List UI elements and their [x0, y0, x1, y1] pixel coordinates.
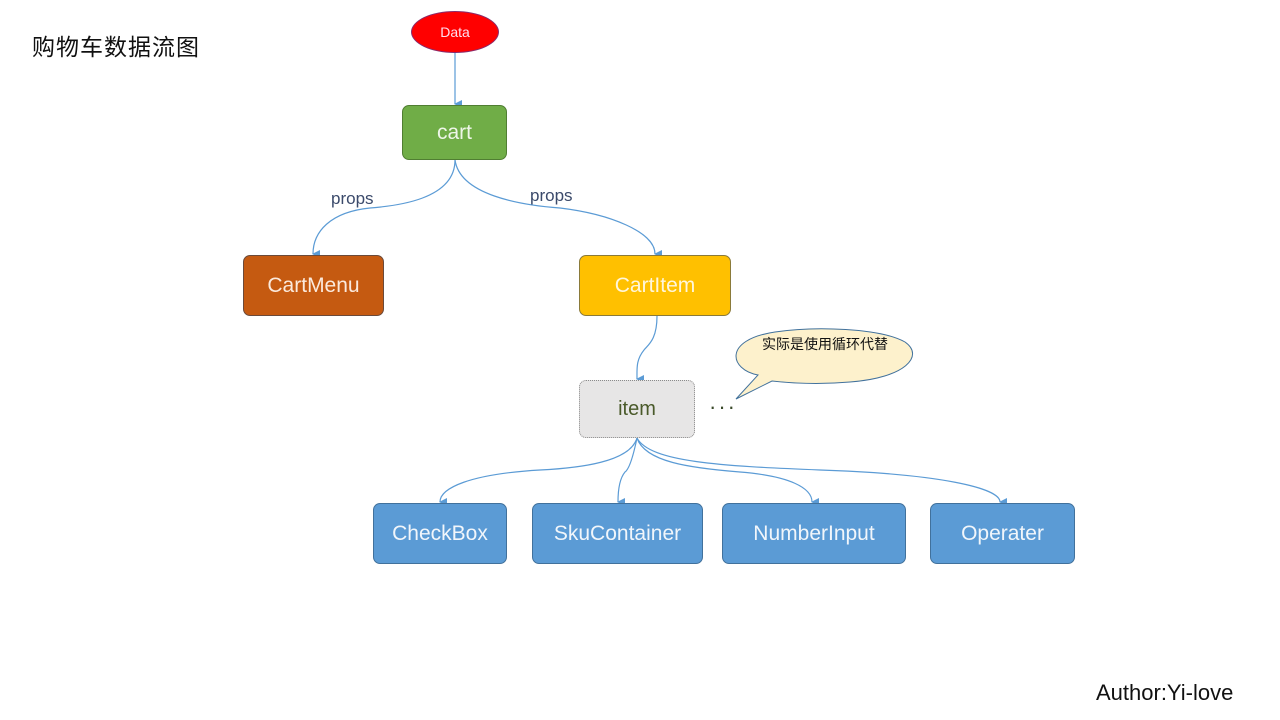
edge-cartitem-item — [636, 315, 658, 383]
callout-text: 实际是使用循环代替 — [762, 337, 888, 353]
edge-cart-cartitem — [454, 159, 663, 258]
ellipsis-indicator: ··· — [709, 394, 737, 419]
edge-item-skucontainer — [617, 437, 638, 507]
edges-layer — [312, 53, 1008, 507]
cartitem-node: CartItem — [579, 255, 731, 316]
operater-node: Operater — [930, 503, 1075, 564]
edge-item-numberinput — [636, 437, 820, 506]
edge-label-props-cartitem: props — [530, 186, 573, 205]
edge-item-operater — [636, 437, 1008, 506]
item-node: item — [579, 380, 695, 438]
data-node: Data — [411, 11, 499, 53]
checkbox-node: CheckBox — [373, 503, 507, 564]
numberinput-node: NumberInput — [722, 503, 906, 564]
edge-item-checkbox — [439, 437, 638, 507]
skucontainer-node: SkuContainer — [532, 503, 703, 564]
cart-node: cart — [402, 105, 507, 160]
cartmenu-node: CartMenu — [243, 255, 384, 316]
author-credit: Author:Yi-love — [1096, 680, 1234, 705]
edge-label-props-cartmenu: props — [331, 189, 374, 208]
